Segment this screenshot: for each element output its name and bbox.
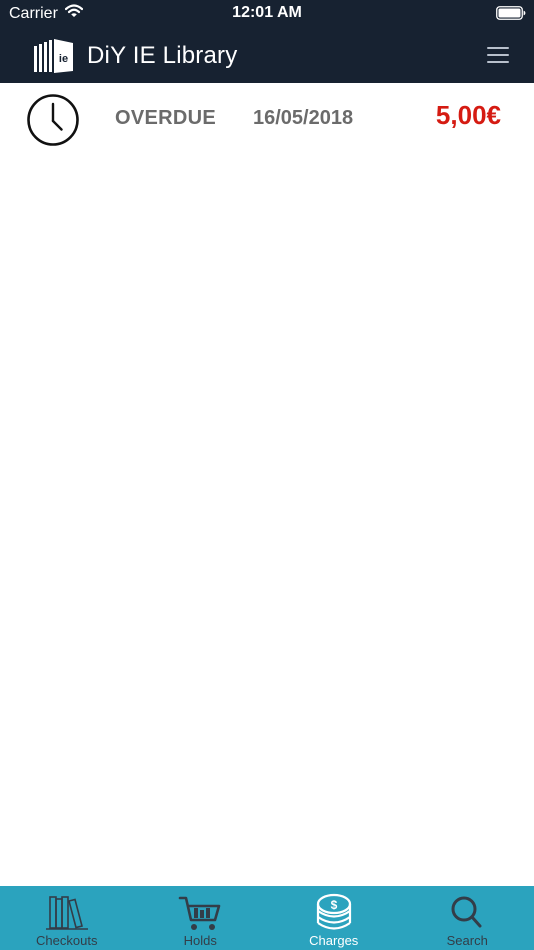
clock-icon [26, 93, 80, 147]
menu-line-icon [487, 54, 509, 56]
library-logo: ie [33, 38, 75, 74]
tab-label: Holds [183, 933, 217, 948]
books-icon [44, 892, 90, 934]
logo-text: ie [59, 53, 68, 65]
tab-label: Search [446, 933, 488, 948]
charge-date: 16/05/2018 [253, 107, 354, 129]
charge-row[interactable]: OVERDUE 16/05/2018 5,00€ [0, 83, 534, 158]
tab-bar: Checkouts Holds $ Charges Search [0, 886, 534, 950]
status-time: 12:01 AM [232, 4, 302, 21]
tab-holds[interactable]: Holds [134, 886, 268, 950]
tab-checkouts[interactable]: Checkouts [0, 886, 134, 950]
coins-icon: $ [311, 892, 357, 934]
battery-icon [496, 6, 526, 20]
charge-amount: 5,00€ [435, 100, 501, 130]
cart-icon [177, 892, 223, 934]
top-bar: Carrier 12:01 AM ie DiY IE Library [0, 0, 534, 83]
tab-label: Charges [309, 933, 359, 948]
menu-line-icon [487, 61, 509, 63]
charge-reason: OVERDUE [115, 107, 217, 129]
hamburger-menu-button[interactable] [483, 44, 513, 66]
tab-charges[interactable]: $ Charges [267, 886, 401, 950]
tab-label: Checkouts [36, 933, 98, 948]
svg-text:$: $ [330, 898, 337, 912]
menu-line-icon [487, 47, 509, 49]
tab-search[interactable]: Search [401, 886, 534, 950]
search-icon [444, 892, 490, 934]
status-bar: Carrier 12:01 AM [0, 0, 534, 28]
app-title: DiY IE Library [87, 42, 238, 69]
nav-bar: ie DiY IE Library [0, 28, 534, 83]
